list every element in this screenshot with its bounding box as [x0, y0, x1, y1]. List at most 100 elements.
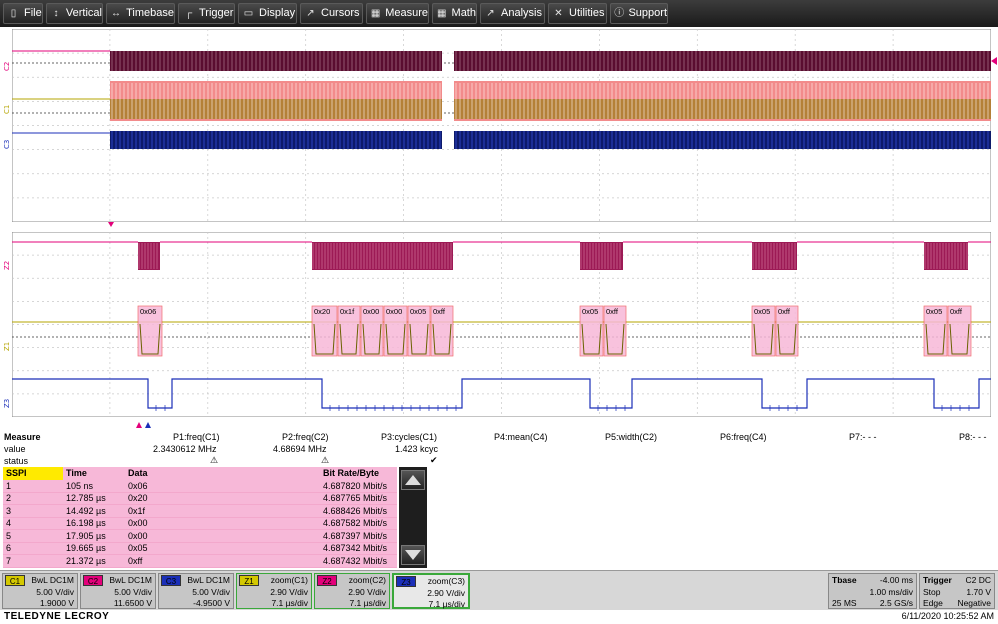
param-p3-value: 1.423 kcyc	[395, 444, 439, 454]
table-cell: 0xff	[125, 554, 320, 568]
channel-descriptor-c1[interactable]: C1 BwL DC1M 5.00 V/div 1.9000 V	[2, 573, 78, 609]
table-cell: 1	[3, 479, 63, 493]
menu-measure[interactable]: ▦ Measure	[366, 3, 429, 24]
table-cell: 0x06	[125, 479, 320, 493]
menu-utilities[interactable]: ✕ Utilities	[548, 3, 607, 24]
channel-descriptor-z1[interactable]: Z1 zoom(C1) 2.90 V/div 7.1 µs/div	[236, 573, 312, 609]
table-header-time: Time	[63, 467, 125, 480]
param-p4-name[interactable]: P4:mean(C4)	[494, 432, 548, 442]
menu-cursors[interactable]: ↗ Cursors	[300, 3, 363, 24]
decode-label: 0x20	[314, 307, 330, 316]
menu-support[interactable]: ⓘ Support	[610, 3, 668, 24]
z2-burst	[580, 242, 623, 270]
trigger-slope: Negative	[957, 598, 991, 608]
param-p1-name[interactable]: P1:freq(C1)	[173, 432, 220, 442]
table-row[interactable]: 5 17.905 µs 0x00 4.687397 Mbit/s	[3, 529, 397, 543]
param-p5-name[interactable]: P5:width(C2)	[605, 432, 657, 442]
table-cell: 0x1f	[125, 504, 320, 518]
menu-file[interactable]: ▯ File	[3, 3, 43, 24]
param-p3-name[interactable]: P3:cycles(C1)	[381, 432, 437, 442]
menu-analysis[interactable]: ↗ Analysis	[480, 3, 545, 24]
table-cell: 5	[3, 529, 63, 543]
param-p6-name[interactable]: P6:freq(C4)	[720, 432, 767, 442]
channel-tag: C3	[161, 575, 181, 586]
menu-math[interactable]: ▦ Math	[432, 3, 477, 24]
channel-scale: 2.90 V/div	[270, 587, 308, 597]
trigger-icon: ┌	[184, 8, 193, 19]
measure-status-label: status	[4, 456, 29, 466]
channel-coupling: zoom(C2)	[348, 575, 386, 585]
file-icon: ▯	[10, 8, 17, 19]
zoom-trigger-marker	[136, 422, 142, 428]
table-scrollbar[interactable]	[399, 467, 427, 568]
table-row[interactable]: 7 21.372 µs 0xff 4.687432 Mbit/s	[3, 554, 397, 568]
zoom-waveform-grid[interactable]: 0x06 0x20 0x1f 0x00 0x00 0x05 0xff 0x05 0xff 0x05…	[12, 232, 991, 417]
z2-label: Z2	[3, 260, 11, 270]
channel-offset: 1.9000 V	[39, 598, 74, 608]
datetime: 6/11/2020 10:25:52 AM	[901, 611, 994, 621]
scroll-up-button[interactable]	[401, 470, 425, 490]
table-row[interactable]: 3 14.492 µs 0x1f 4.688426 Mbit/s	[3, 504, 397, 518]
table-cell: 7	[3, 554, 63, 568]
table-cell: 105 ns	[63, 479, 125, 493]
channel-offset: 11.6500 V	[113, 598, 152, 608]
decode-label: 0x05	[926, 307, 942, 316]
table-row[interactable]: 1 105 ns 0x06 4.687820 Mbit/s	[3, 479, 397, 493]
decode-label: 0x05	[754, 307, 770, 316]
decode-label: 0x05	[410, 307, 426, 316]
trigger-level: 1.70 V	[966, 587, 991, 597]
channel-descriptor-z3[interactable]: Z3 zoom(C3) 2.90 V/div 7.1 µs/div	[392, 573, 470, 609]
table-cell: 0x00	[125, 529, 320, 543]
menu-timebase[interactable]: ↔ Timebase	[106, 3, 175, 24]
param-p2-name[interactable]: P2:freq(C2)	[282, 432, 329, 442]
table-row[interactable]: 2 12.785 µs 0x20 4.687765 Mbit/s	[3, 492, 397, 505]
scroll-down-button[interactable]	[401, 545, 425, 565]
measure-value-label: value	[4, 444, 26, 454]
c1-burst-dark	[454, 99, 991, 119]
channel-descriptor-bar: C1 BwL DC1M 5.00 V/div 1.9000 V C2 BwL DC1M 5.…	[0, 570, 998, 610]
decode-label: 0x06	[140, 307, 156, 316]
channel-descriptor-z2[interactable]: Z2 zoom(C2) 2.90 V/div 7.1 µs/div	[314, 573, 390, 609]
trigger-markers-bottom	[136, 422, 151, 428]
decode-label: 0x05	[582, 307, 598, 316]
timebase-descriptor[interactable]: Tbase -4.00 ms 1.00 ms/div 25 MS 2.5 GS/…	[828, 573, 917, 609]
trigger-level-marker	[991, 57, 997, 65]
channel-scale: 5.00 V/div	[36, 587, 74, 597]
arrow-down-icon	[405, 550, 421, 560]
vertical-icon: ↕	[53, 8, 59, 19]
table-cell: 16.198 µs	[63, 517, 125, 530]
menu-vertical[interactable]: ↕ Vertical	[46, 3, 103, 24]
param-p1-value: 2.3430612 MHz	[153, 444, 217, 454]
param-p7-name[interactable]: P7:- - -	[849, 432, 877, 442]
zoom-marker-c3	[145, 422, 151, 428]
channel-descriptor-c3[interactable]: C3 BwL DC1M 5.00 V/div -4.9500 V	[158, 573, 234, 609]
trigger-descriptor[interactable]: Trigger C2 DC Stop 1.70 V Edge Negative	[919, 573, 995, 609]
decode-label: 0xff	[433, 307, 446, 316]
channel-descriptor-c2[interactable]: C2 BwL DC1M 5.00 V/div 11.6500 V	[80, 573, 156, 609]
timebase-delay: -4.00 ms	[879, 575, 913, 585]
z2-burst	[312, 242, 453, 270]
channel-coupling: zoom(C3)	[427, 576, 465, 586]
zoom-grid-svg: 0x06 0x20 0x1f 0x00 0x00 0x05 0xff 0x05 0xff 0x05…	[12, 232, 991, 417]
param-p8-name[interactable]: P8:- - -	[959, 432, 987, 442]
menu-bar: ▯ File ↕ Vertical ↔ Timebase ┌ Trigger ▭ Disp…	[0, 0, 998, 27]
table-cell: 21.372 µs	[63, 554, 125, 568]
table-cell: 4	[3, 517, 63, 530]
spi-decode-table[interactable]: SSPI Time Data Bit Rate/Byte 1 105 ns 0x06…	[3, 467, 397, 568]
timebase-div: 1.00 ms/div	[869, 587, 913, 597]
table-row[interactable]: 4 16.198 µs 0x00 4.687582 Mbit/s	[3, 517, 397, 530]
measure-panel: Measure value status P1:freq(C1) 2.34306…	[0, 430, 998, 468]
table-row[interactable]: 6 19.665 µs 0x05 4.687342 Mbit/s	[3, 542, 397, 555]
timebase-icon: ↔	[111, 8, 122, 19]
main-waveform-grid[interactable]	[12, 29, 991, 222]
warning-icon: ⚠	[321, 455, 330, 465]
channel-offset: -4.9500 V	[193, 598, 230, 608]
analysis-icon: ↗	[486, 8, 495, 19]
brand-logo: TELEDYNE LECROY	[4, 611, 110, 622]
table-cell: 4.688426 Mbit/s	[320, 504, 397, 518]
table-cell: 4.687582 Mbit/s	[320, 517, 397, 530]
menu-display[interactable]: ▭ Display	[238, 3, 297, 24]
trigger-type: Edge	[923, 598, 943, 608]
table-cell: 4.687765 Mbit/s	[320, 492, 397, 505]
menu-trigger[interactable]: ┌ Trigger	[178, 3, 235, 24]
